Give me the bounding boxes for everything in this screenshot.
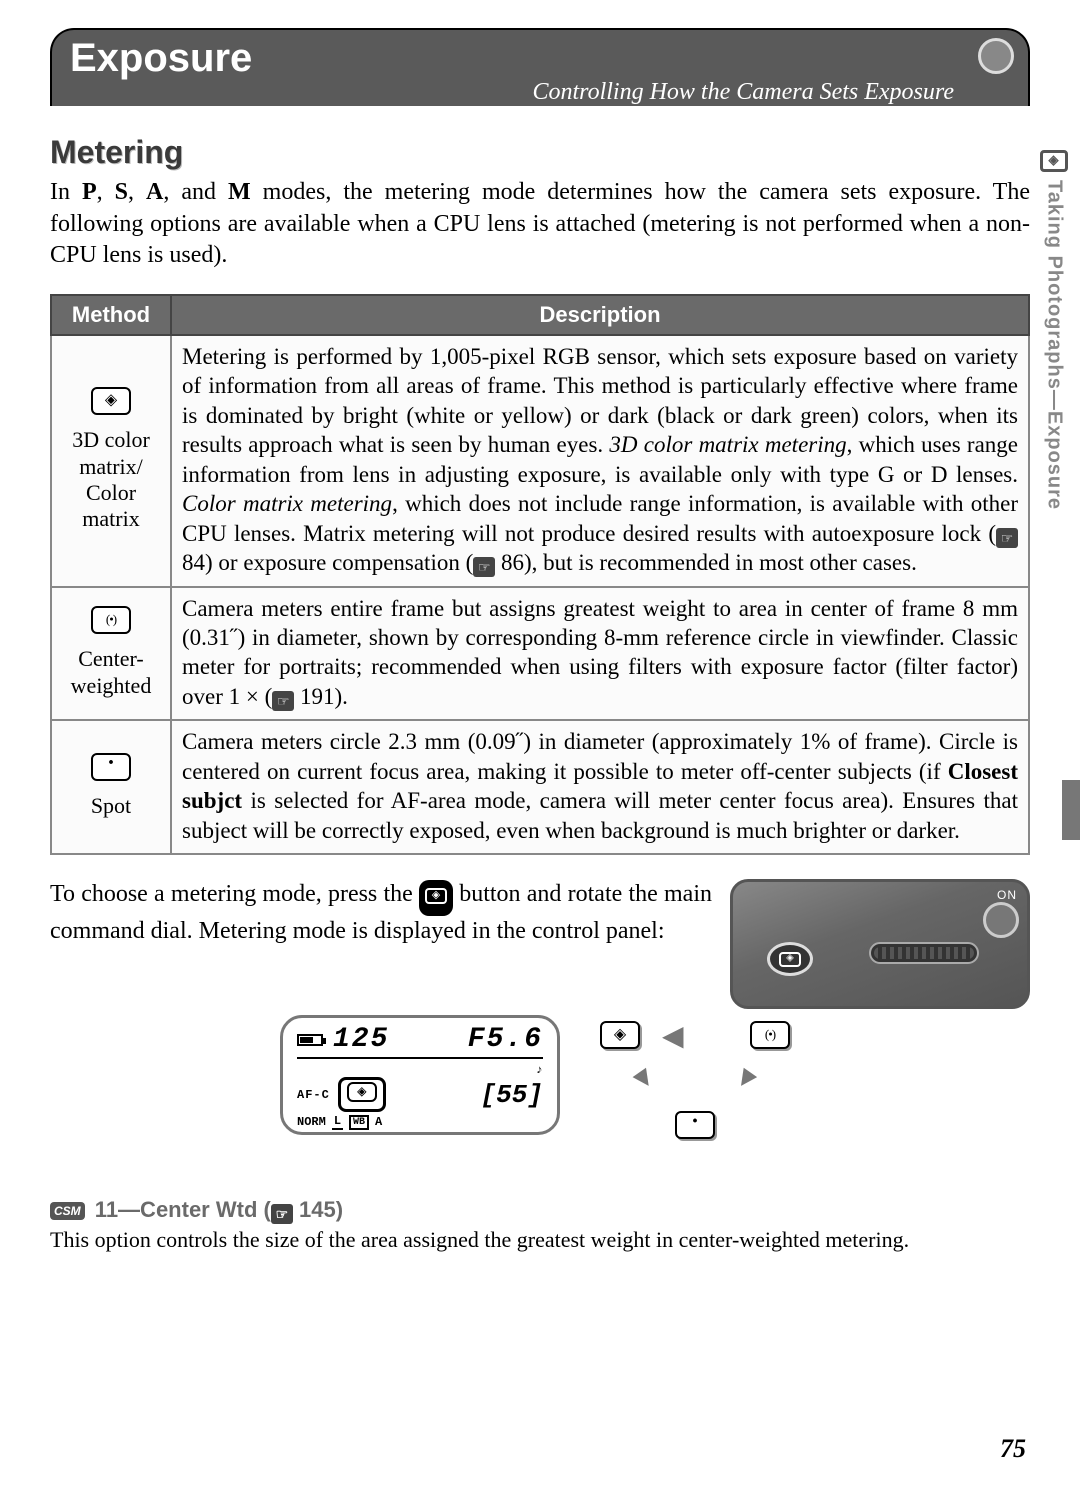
method-label: 3D color matrix/ Color matrix: [72, 427, 150, 531]
note-text: This option controls the size of the are…: [50, 1226, 1030, 1255]
lcd-wbmode: A: [375, 1115, 382, 1129]
side-tab-label: Taking Photographs—Exposure: [1043, 180, 1066, 510]
arrow-diag-icon: ▼: [726, 1058, 767, 1100]
description-cell: Camera meters entire frame but assigns g…: [171, 587, 1029, 721]
thumb-tab: [1062, 780, 1080, 840]
lcd-aperture: F5.6: [468, 1024, 543, 1055]
page-ref-icon: ☞: [473, 557, 495, 577]
diagrams-row: 125 F5.6 ♪ AF-C [55] NORM L WB A ◀ ▼: [50, 1015, 1030, 1165]
mode-dial-icon: [978, 38, 1014, 74]
lcd-shutter: 125: [333, 1024, 389, 1055]
section-heading: Metering: [50, 134, 1030, 171]
lcd-size: L: [332, 1114, 343, 1130]
spot-icon: [675, 1111, 715, 1139]
power-switch-icon: [983, 902, 1019, 938]
spot-icon: [91, 753, 131, 781]
csm-icon: CSM: [50, 1202, 85, 1220]
chapter-subtitle: Controlling How the Camera Sets Exposure: [70, 79, 1010, 106]
center-weighted-icon: [750, 1021, 790, 1049]
metering-button-icon: [419, 880, 453, 916]
method-cell: Spot: [51, 720, 171, 854]
table-header-method: Method: [51, 295, 171, 335]
control-panel-illustration: 125 F5.6 ♪ AF-C [55] NORM L WB A: [280, 1015, 560, 1135]
camera-illustration: ON: [730, 879, 1030, 1009]
metering-button-illustration: [767, 942, 813, 976]
lcd-metering-highlight: [338, 1077, 386, 1112]
lcd-remaining: 55: [496, 1080, 527, 1110]
instruction-row: To choose a metering mode, press the but…: [50, 879, 1030, 1009]
lcd-afc: AF-C: [297, 1088, 330, 1102]
table-row: 3D color matrix/ Color matrix Metering is…: [51, 335, 1029, 587]
matrix-icon: [91, 387, 131, 415]
arrow-diag-icon: ▼: [623, 1058, 664, 1100]
description-cell: Metering is performed by 1,005-pixel RGB…: [171, 335, 1029, 587]
side-tab: Taking Photographs—Exposure: [1038, 150, 1070, 510]
chapter-banner: Exposure Controlling How the Camera Sets…: [50, 28, 1030, 106]
description-cell: Camera meters circle 2.3 mm (0.09˝) in d…: [171, 720, 1029, 854]
page-ref-icon: ☞: [996, 528, 1018, 548]
page-number: 75: [1000, 1434, 1026, 1464]
metering-icon: [1040, 150, 1068, 172]
method-label: Spot: [91, 793, 131, 818]
metering-cycle-diagram: ◀ ▼ ▼: [590, 1015, 800, 1165]
table-header-description: Description: [171, 295, 1029, 335]
instruction-text: To choose a metering mode, press the but…: [50, 879, 712, 1009]
matrix-icon: [600, 1021, 640, 1049]
arrow-left-icon: ◀: [662, 1019, 684, 1053]
table-row: Center-weighted Camera meters entire fram…: [51, 587, 1029, 721]
table-row: Spot Camera meters circle 2.3 mm (0.09˝) …: [51, 720, 1029, 854]
intro-paragraph: In P, S, A, and M modes, the metering mo…: [50, 177, 1030, 272]
chapter-title: Exposure: [70, 36, 1010, 81]
metering-table: Method Description 3D color matrix/ Colo…: [50, 294, 1030, 855]
lcd-wb: WB: [349, 1115, 369, 1130]
center-icon: [91, 606, 131, 634]
page-ref-icon: ☞: [271, 1204, 293, 1224]
method-cell: Center-weighted: [51, 587, 171, 721]
battery-icon: [297, 1034, 323, 1046]
on-label: ON: [997, 888, 1017, 902]
lcd-norm: NORM: [297, 1115, 326, 1129]
page-ref-icon: ☞: [272, 691, 294, 711]
method-label: Center-weighted: [71, 646, 152, 697]
note-heading: CSM 11—Center Wtd (☞ 145): [50, 1197, 1030, 1224]
method-cell: 3D color matrix/ Color matrix: [51, 335, 171, 587]
command-dial-icon: [869, 942, 979, 964]
